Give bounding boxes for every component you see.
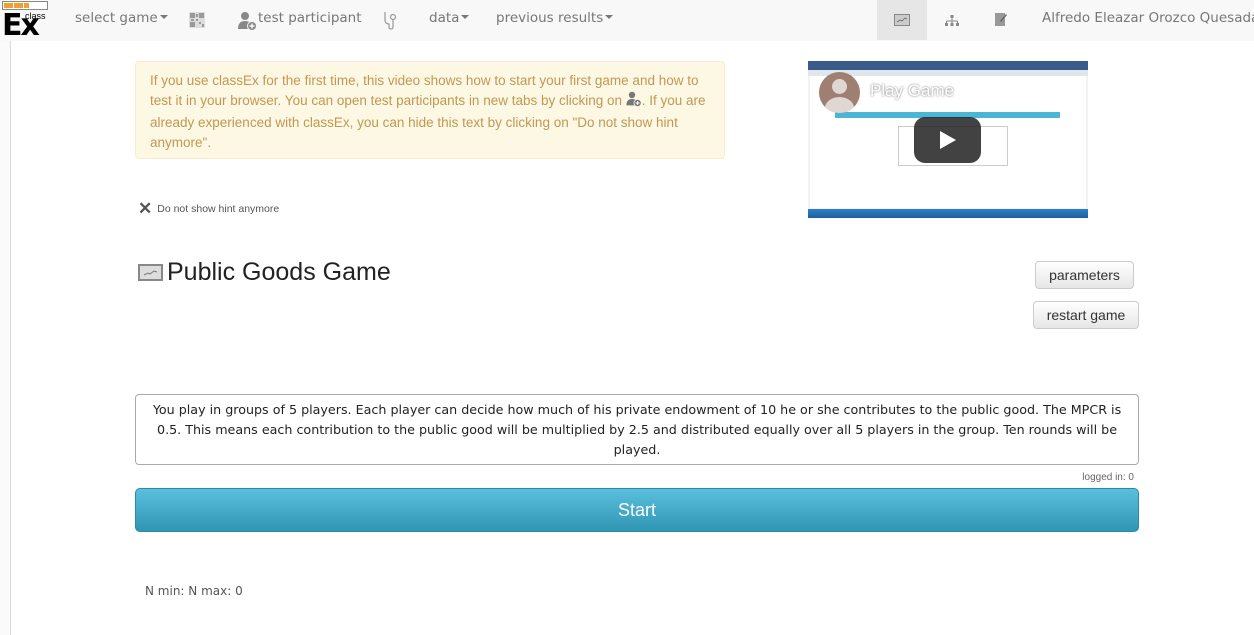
stethoscope-icon[interactable] (380, 0, 398, 40)
add-user-icon (626, 91, 642, 113)
edit-note-icon (995, 11, 1007, 30)
qr-code-icon[interactable] (188, 0, 206, 40)
caret-down-icon (159, 15, 168, 19)
video-thumbnail-titlebar (808, 61, 1088, 70)
n-min-max: N min: N max: 0 (145, 584, 243, 598)
hierarchy-icon (945, 11, 959, 30)
start-button[interactable]: Start (135, 488, 1139, 532)
test-participant-label: test participant (258, 10, 362, 26)
left-rail (0, 41, 11, 635)
hint-text-part1: If you use classEx for the first time, t… (150, 73, 699, 108)
previous-results-label: previous results (496, 10, 604, 26)
test-participant-link[interactable]: test participant (238, 0, 362, 37)
page-title: Public Goods Game (167, 258, 391, 286)
video-title: Play Game (870, 81, 955, 100)
data-dropdown[interactable]: data (429, 0, 470, 37)
logo-superscript: class (25, 11, 46, 21)
dismiss-hint-link[interactable]: ✕ Do not show hint anymore (138, 199, 280, 218)
navbar: Ex class select game test participant da… (0, 0, 1254, 41)
chart-icon (138, 264, 163, 281)
close-icon: ✕ (138, 199, 153, 218)
select-game-label: select game (75, 10, 158, 26)
caret-down-icon (605, 15, 614, 19)
select-game-dropdown[interactable]: select game (75, 0, 168, 37)
caret-down-icon (461, 15, 470, 19)
hierarchy-view-button[interactable] (940, 0, 964, 40)
logged-in-count: logged in: 0 (1082, 472, 1134, 483)
tutorial-video[interactable]: Play Game (808, 61, 1088, 218)
data-label: data (429, 10, 460, 26)
play-button[interactable] (914, 117, 981, 163)
channel-avatar-icon (819, 72, 860, 113)
game-title: Public Goods Game (138, 258, 391, 287)
classex-logo[interactable]: Ex class (0, 0, 50, 41)
video-thumbnail-taskbar (808, 209, 1088, 218)
chart-view-button[interactable] (877, 0, 927, 40)
game-description: You play in groups of 5 players. Each pl… (135, 394, 1139, 465)
user-name-label: Alfredo Eleazar Orozco Quesada (1042, 10, 1254, 26)
restart-game-button[interactable]: restart game (1033, 301, 1139, 329)
previous-results-dropdown[interactable]: previous results (496, 0, 614, 37)
parameters-button[interactable]: parameters (1035, 261, 1134, 289)
dismiss-hint-label: Do not show hint anymore (157, 203, 280, 215)
play-icon (940, 131, 956, 149)
chart-icon (894, 11, 910, 30)
edit-view-button[interactable] (990, 0, 1012, 40)
hint-box: If you use classEx for the first time, t… (135, 61, 725, 159)
user-menu-dropdown[interactable]: Alfredo Eleazar Orozco Quesada (1042, 0, 1254, 37)
add-user-icon (238, 9, 257, 31)
